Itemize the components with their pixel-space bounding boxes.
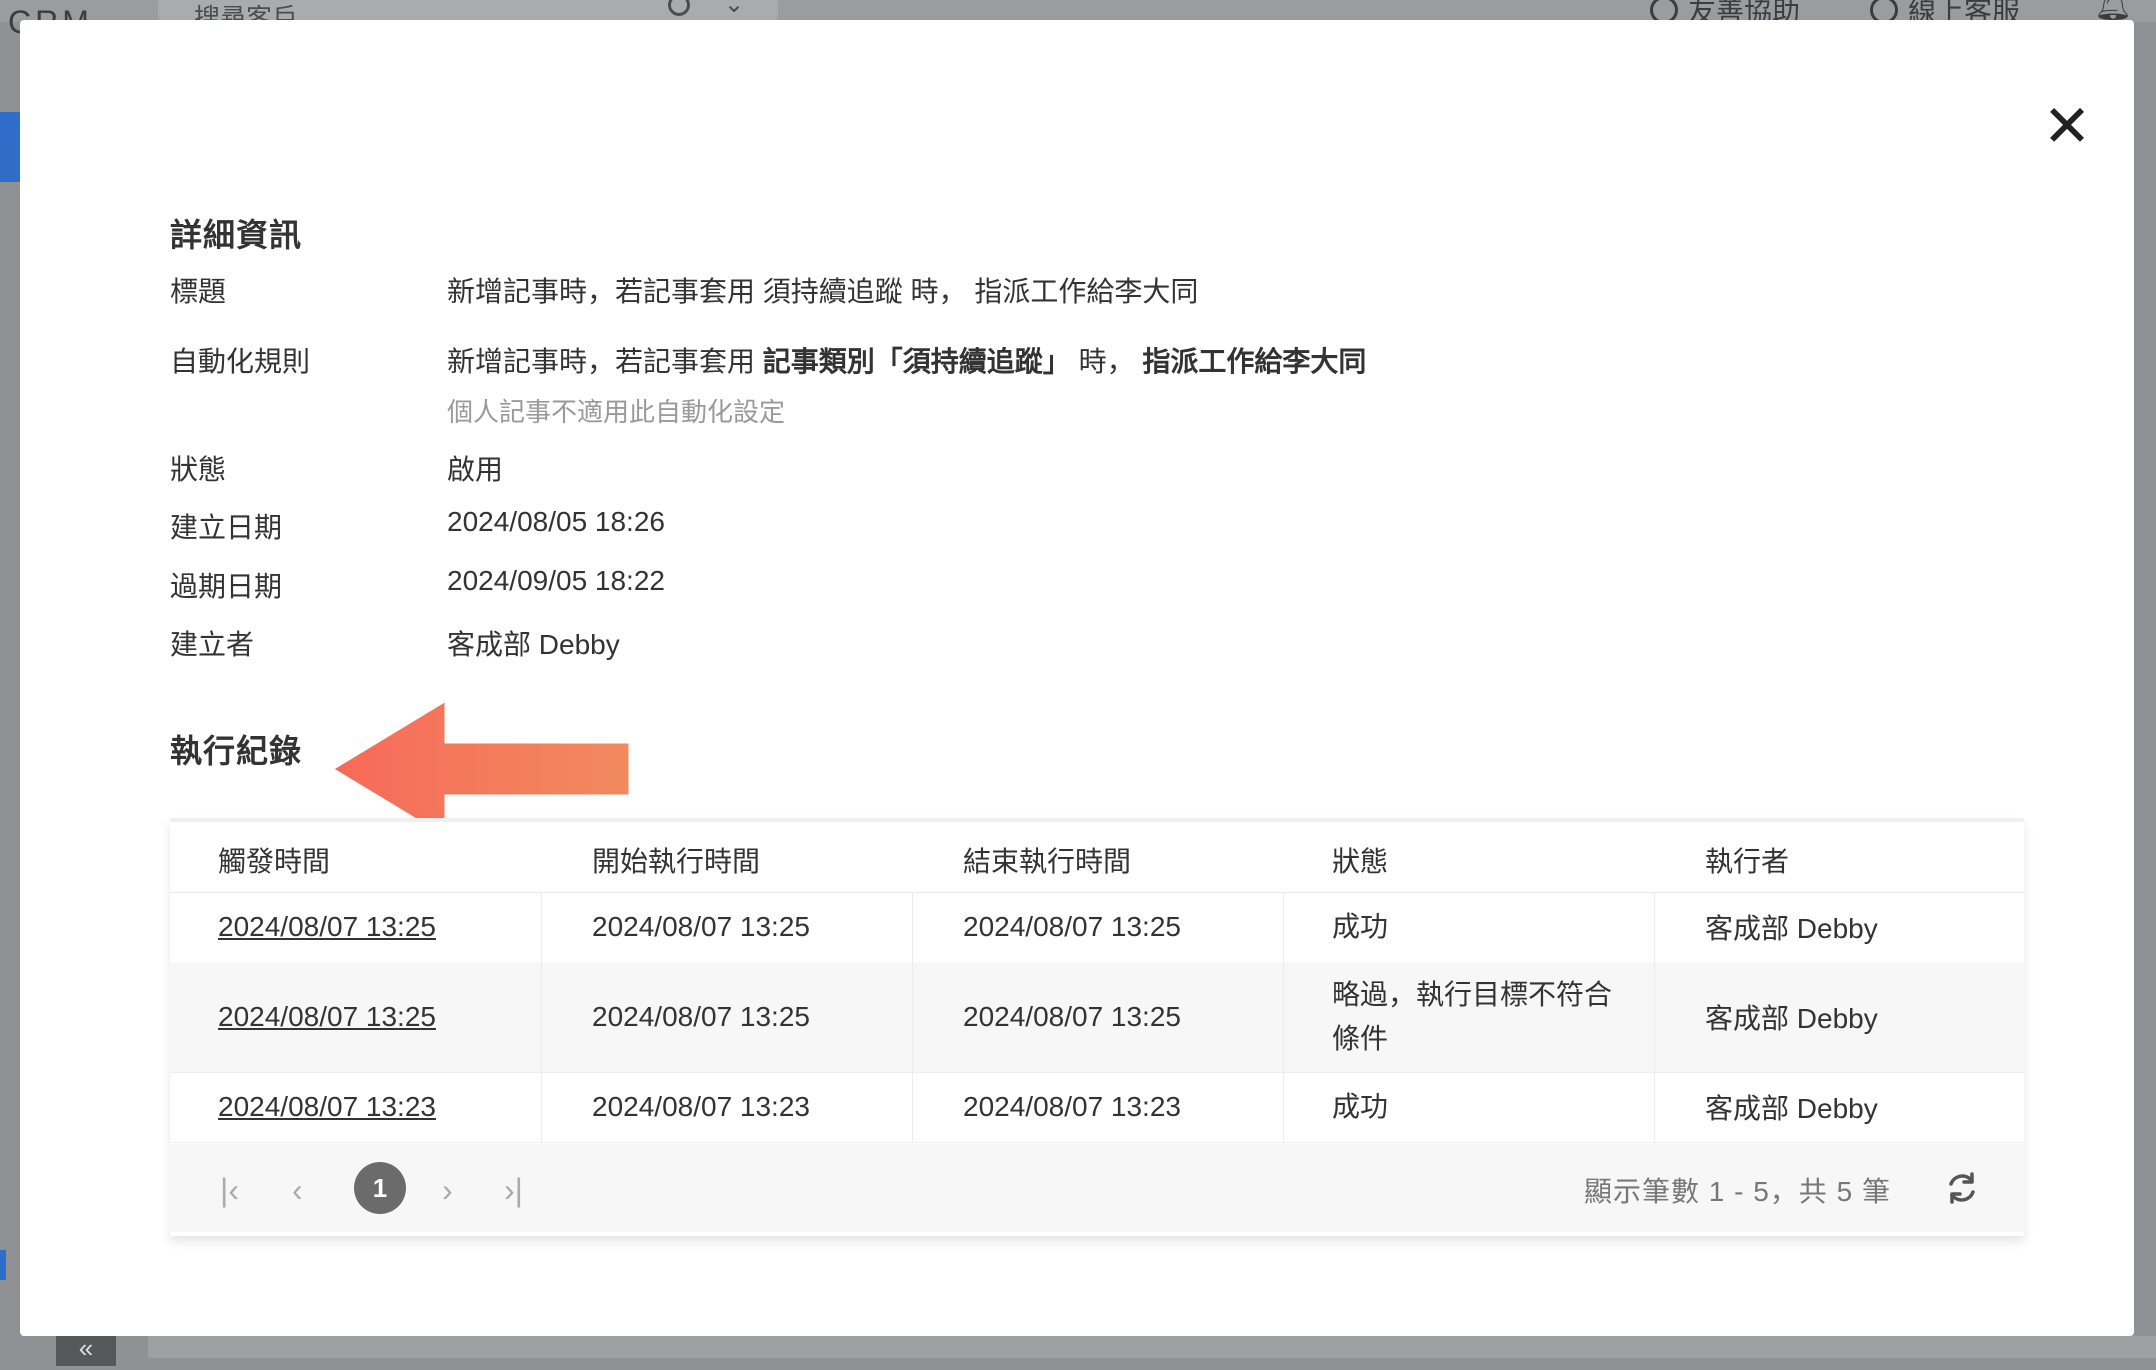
table-row: 2024/08/07 13:25 2024/08/07 13:25 2024/0… [170,892,2024,963]
trigger-time-link[interactable]: 2024/08/07 13:25 [218,1001,436,1033]
column-header: 結束執行時間 [963,846,1132,877]
automation-detail-modal: ✕ 詳細資訊 標題 新增記事時，若記事套用 須持續追蹤 時， 指派工作給李大同 … [20,20,2134,1336]
details-section-title: 詳細資訊 [170,217,303,253]
table-row: 2024/08/07 13:23 2024/08/07 13:23 2024/0… [170,1072,2024,1143]
refresh-icon[interactable] [1942,1168,1982,1208]
trigger-time-cell: 2024/08/07 13:23 [170,1072,542,1142]
status-cell: 成功 [1284,892,1655,962]
detail-label: 建立日期 [170,512,283,543]
prev-page-icon[interactable]: ‹ [292,1172,303,1209]
detail-value: 客成部 Debby [447,629,620,660]
rule-description: 新增記事時，若記事套用 記事類別「須持續追蹤」 時， 指派工作給李大同 [447,340,1366,380]
table-header: 觸發時間 開始執行時間 結束執行時間 狀態 執行者 [170,822,2024,893]
last-page-icon[interactable]: ›| [504,1172,523,1209]
rule-text: 新增記事時，若記事套用 [447,346,763,377]
next-page-icon[interactable]: › [442,1172,453,1209]
detail-value: 2024/09/05 18:22 [447,565,665,596]
detail-label: 自動化規則 [170,346,311,377]
customer-search-box: 搜尋客戶 ⌄ [158,0,778,33]
end-time-cell: 2024/08/07 13:25 [913,962,1284,1072]
execution-log-table: 觸發時間 開始執行時間 結束執行時間 狀態 執行者 2024/08/07 13:… [170,818,2024,1236]
start-time-cell: 2024/08/07 13:25 [542,892,913,962]
executor-cell: 客成部 Debby [1705,1093,1878,1124]
trigger-time-cell: 2024/08/07 13:25 [170,892,542,962]
column-header: 開始執行時間 [592,846,761,877]
first-page-icon[interactable]: |‹ [220,1172,239,1209]
detail-label: 建立者 [170,629,255,660]
detail-value: 啟用 [447,454,504,485]
table-row: 2024/08/07 13:25 2024/08/07 13:25 2024/0… [170,962,2024,1073]
trigger-time-link[interactable]: 2024/08/07 13:25 [218,911,436,943]
rule-action: 指派工作給李大同 [1142,346,1367,377]
executor-cell: 客成部 Debby [1705,913,1878,944]
end-time-cell: 2024/08/07 13:25 [913,892,1284,962]
sidebar-marker [0,1250,6,1280]
detail-label: 過期日期 [170,571,283,602]
pagination-info: 顯示筆數 1 - 5，共 5 筆 [1584,1176,1891,1207]
executor-cell: 客成部 Debby [1705,1003,1878,1034]
detail-label: 狀態 [170,454,227,485]
column-header: 狀態 [1332,846,1389,877]
rule-text: 時， [1070,346,1143,377]
current-page-button[interactable]: 1 [354,1162,406,1214]
trigger-time-link[interactable]: 2024/08/07 13:23 [218,1091,436,1123]
detail-value: 新增記事時，若記事套用 須持續追蹤 時， 指派工作給李大同 [447,276,1199,307]
rule-note: 個人記事不適用此自動化設定 [447,397,786,427]
table-pagination: |‹ ‹ 1 › ›| 顯示筆數 1 - 5，共 5 筆 [170,1144,2024,1232]
sidebar-active-indicator [0,112,20,182]
end-time-cell: 2024/08/07 13:23 [913,1072,1284,1142]
column-header: 執行者 [1705,846,1790,877]
start-time-cell: 2024/08/07 13:25 [542,962,913,1072]
status-cell: 成功 [1284,1072,1655,1142]
column-header: 觸發時間 [218,846,331,877]
detail-value: 2024/08/05 18:26 [447,506,665,537]
start-time-cell: 2024/08/07 13:23 [542,1072,913,1142]
log-section-title: 執行紀錄 [170,733,303,769]
close-button[interactable]: ✕ [2032,92,2102,162]
search-icon [668,0,690,16]
detail-label: 標題 [170,276,227,307]
status-cell: 略過，執行目標不符合條件 [1284,962,1655,1072]
trigger-time-cell: 2024/08/07 13:25 [170,962,542,1072]
rule-condition: 記事類別「須持續追蹤」 [762,346,1071,377]
chevron-down-icon: ⌄ [724,0,745,18]
background-bottom-bar [148,1336,2156,1358]
